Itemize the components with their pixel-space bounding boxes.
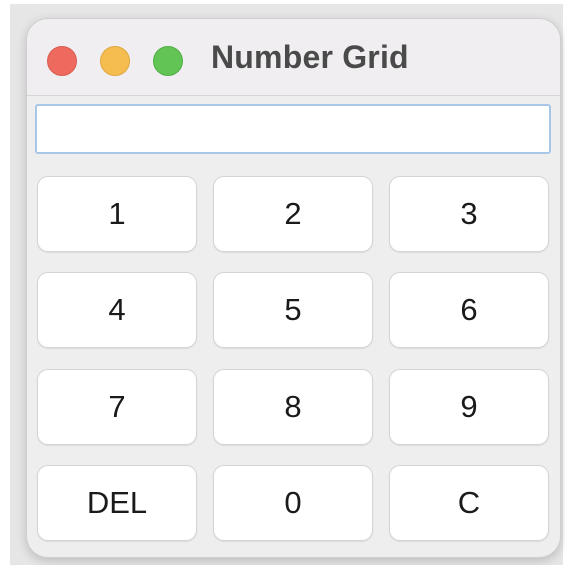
delete-button[interactable]: DEL	[37, 465, 197, 541]
minimize-window-button[interactable]	[100, 46, 130, 76]
keypad-grid: 1 2 3 4 5 6 7 8 9 DEL 0 C	[37, 176, 551, 542]
key-7-button[interactable]: 7	[37, 369, 197, 445]
number-grid-window: Number Grid 1 2 3 4 5 6 7 8 9 DEL 0 C	[26, 18, 561, 558]
maximize-window-button[interactable]	[153, 46, 183, 76]
key-1-button[interactable]: 1	[37, 176, 197, 252]
key-2-button[interactable]: 2	[213, 176, 373, 252]
key-0-button[interactable]: 0	[213, 465, 373, 541]
clear-button[interactable]: C	[389, 465, 549, 541]
key-4-button[interactable]: 4	[37, 272, 197, 348]
window-title: Number Grid	[211, 39, 409, 75]
key-6-button[interactable]: 6	[389, 272, 549, 348]
key-5-button[interactable]: 5	[213, 272, 373, 348]
number-display-input[interactable]	[35, 104, 551, 154]
title-bar[interactable]: Number Grid	[27, 19, 560, 96]
key-9-button[interactable]: 9	[389, 369, 549, 445]
key-8-button[interactable]: 8	[213, 369, 373, 445]
close-window-button[interactable]	[47, 46, 77, 76]
key-3-button[interactable]: 3	[389, 176, 549, 252]
